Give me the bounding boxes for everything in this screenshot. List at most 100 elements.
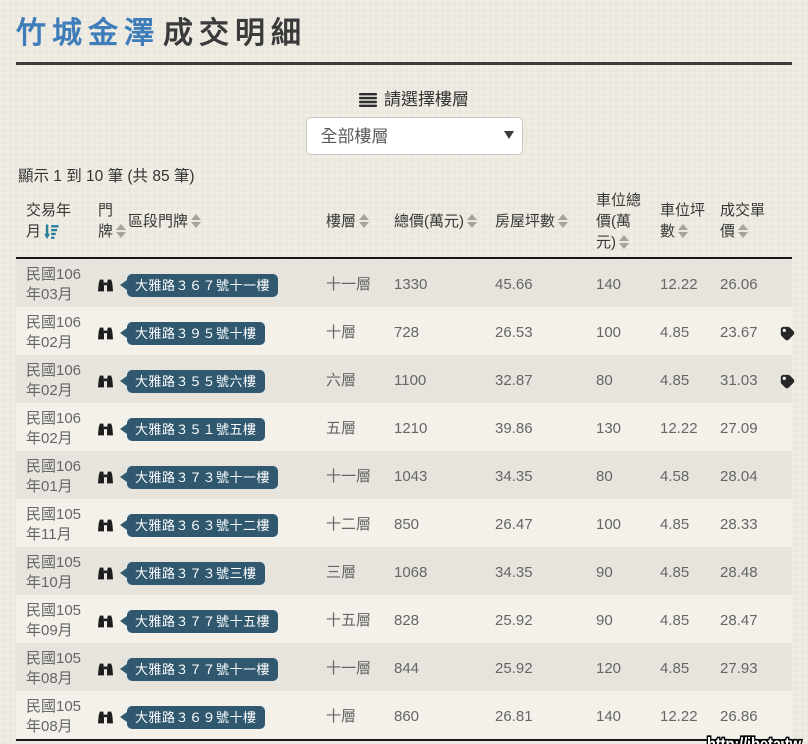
cell-parking-price: 130: [586, 403, 650, 451]
sort-icon: [738, 224, 748, 238]
parking-price-text: 130: [596, 420, 621, 437]
address-badge[interactable]: 大雅路３５１號五樓: [127, 418, 265, 441]
address-badge[interactable]: 大雅路３６９號十樓: [127, 706, 265, 729]
chevron-down-icon: [504, 131, 514, 139]
cell-tag: [760, 259, 792, 307]
column-header-label: 總價(萬元): [394, 213, 464, 230]
unit-price-text: 27.93: [720, 660, 758, 677]
column-header-house-area[interactable]: 房屋坪數: [485, 191, 586, 259]
parking-price-text: 100: [596, 324, 621, 341]
binoculars-icon[interactable]: [98, 567, 113, 580]
cell-address: 大雅路３５１號五樓: [118, 403, 316, 451]
binoculars-icon[interactable]: [98, 279, 113, 292]
unit-price-text: 28.33: [720, 516, 758, 533]
address-badge[interactable]: 大雅路３７３號三樓: [127, 562, 265, 585]
total-price-text: 860: [394, 708, 419, 725]
cell-parking-area: 4.85: [650, 355, 710, 403]
address-badge-text: 大雅路３５５號六樓: [135, 374, 257, 389]
address-badge[interactable]: 大雅路３５５號六樓: [127, 370, 265, 393]
floor-filter-label: 請選擇樓層: [359, 90, 469, 110]
address-badge[interactable]: 大雅路３７３號十一樓: [127, 466, 278, 489]
table-row: 民國106年02月 大雅路３５５號六樓 六層 1100 32.87 80 4.8…: [16, 355, 792, 403]
parking-price-text: 80: [596, 372, 613, 389]
binoculars-icon[interactable]: [98, 471, 113, 484]
parking-area-text: 12.22: [660, 276, 698, 293]
binoculars-icon[interactable]: [98, 375, 113, 388]
page-title: 竹城金澤成交明細: [16, 14, 792, 54]
address-badge[interactable]: 大雅路３７７號十五樓: [127, 610, 278, 633]
binoculars-icon[interactable]: [98, 711, 113, 724]
parking-price-text: 90: [596, 564, 613, 581]
column-header-unit-price[interactable]: 成交單價: [710, 191, 760, 259]
column-header-address[interactable]: 區段門牌: [118, 191, 316, 259]
unit-price-text: 31.03: [720, 372, 758, 389]
page-title-suffix: 成交明細: [163, 17, 307, 50]
cell-date: 民國106年02月: [16, 403, 88, 451]
cell-total-price: 844: [384, 643, 485, 691]
address-badge-text: 大雅路３５１號五樓: [135, 422, 257, 437]
parking-price-text: 90: [596, 612, 613, 629]
binoculars-icon[interactable]: [98, 519, 113, 532]
cell-house-area: 39.86: [485, 403, 586, 451]
house-area-text: 34.35: [495, 468, 533, 485]
column-header-total-price[interactable]: 總價(萬元): [384, 191, 485, 259]
cell-unit-price: 27.93: [710, 643, 760, 691]
column-header-door[interactable]: 門牌: [88, 191, 118, 259]
total-price-text: 1043: [394, 468, 427, 485]
cell-parking-price: 140: [586, 259, 650, 307]
house-area-text: 25.92: [495, 660, 533, 677]
badge-arrow: [120, 712, 127, 722]
address-badge[interactable]: 大雅路３６７號十一樓: [127, 274, 278, 297]
cell-address: 大雅路３７７號十五樓: [118, 595, 316, 643]
house-area-text: 32.87: [495, 372, 533, 389]
column-header-floor[interactable]: 樓層: [316, 191, 384, 259]
column-header-parking-area[interactable]: 車位坪數: [650, 191, 710, 259]
cell-door: [88, 691, 118, 741]
sort-amount-desc-icon: [44, 224, 59, 241]
cell-floor: 六層: [316, 355, 384, 403]
tag-icon[interactable]: [779, 325, 795, 341]
cell-house-area: 45.66: [485, 259, 586, 307]
tag-icon[interactable]: [779, 373, 795, 389]
parking-area-text: 4.85: [660, 324, 689, 341]
cell-parking-price: 90: [586, 547, 650, 595]
cell-unit-price: 26.06: [710, 259, 760, 307]
cell-address: 大雅路３６９號十樓: [118, 691, 316, 741]
cell-unit-price: 31.03: [710, 355, 760, 403]
total-price-text: 1330: [394, 276, 427, 293]
address-badge[interactable]: 大雅路３９５號十樓: [127, 322, 265, 345]
binoculars-icon[interactable]: [98, 423, 113, 436]
column-header-label: 樓層: [326, 213, 356, 230]
cell-address: 大雅路３７７號十一樓: [118, 643, 316, 691]
address-badge[interactable]: 大雅路３７７號十一樓: [127, 658, 278, 681]
binoculars-icon[interactable]: [98, 327, 113, 340]
house-area-text: 45.66: [495, 276, 533, 293]
address-badge[interactable]: 大雅路３６３號十二樓: [127, 514, 278, 537]
watermark: http://ibeta.tw: [680, 731, 806, 744]
parking-area-text: 4.85: [660, 564, 689, 581]
binoculars-icon[interactable]: [98, 663, 113, 676]
sort-icon: [619, 235, 629, 249]
unit-price-text: 28.48: [720, 564, 758, 581]
cell-parking-price: 140: [586, 691, 650, 741]
cell-total-price: 828: [384, 595, 485, 643]
column-header-date[interactable]: 交易年月: [16, 191, 88, 259]
floor-select[interactable]: 全部樓層: [306, 117, 523, 155]
badge-arrow: [120, 376, 127, 386]
column-header-label: 門牌: [98, 202, 113, 240]
cell-floor: 三層: [316, 547, 384, 595]
floor-filter-label-text: 請選擇樓層: [384, 90, 469, 110]
cell-total-price: 1043: [384, 451, 485, 499]
cell-parking-area: 12.22: [650, 259, 710, 307]
binoculars-icon[interactable]: [98, 615, 113, 628]
floor-text: 三層: [326, 564, 356, 581]
address-badge-text: 大雅路３９５號十樓: [135, 326, 257, 341]
floor-text: 十二層: [326, 516, 371, 533]
house-area-text: 26.53: [495, 324, 533, 341]
cell-tag: [760, 355, 792, 403]
date-text: 民國105年09月: [26, 601, 83, 641]
table-row: 民國106年02月 大雅路３５１號五樓 五層 1210 39.86 130 12…: [16, 403, 792, 451]
cell-parking-price: 100: [586, 499, 650, 547]
cell-door: [88, 595, 118, 643]
column-header-parking-price[interactable]: 車位總價(萬元): [586, 191, 650, 259]
